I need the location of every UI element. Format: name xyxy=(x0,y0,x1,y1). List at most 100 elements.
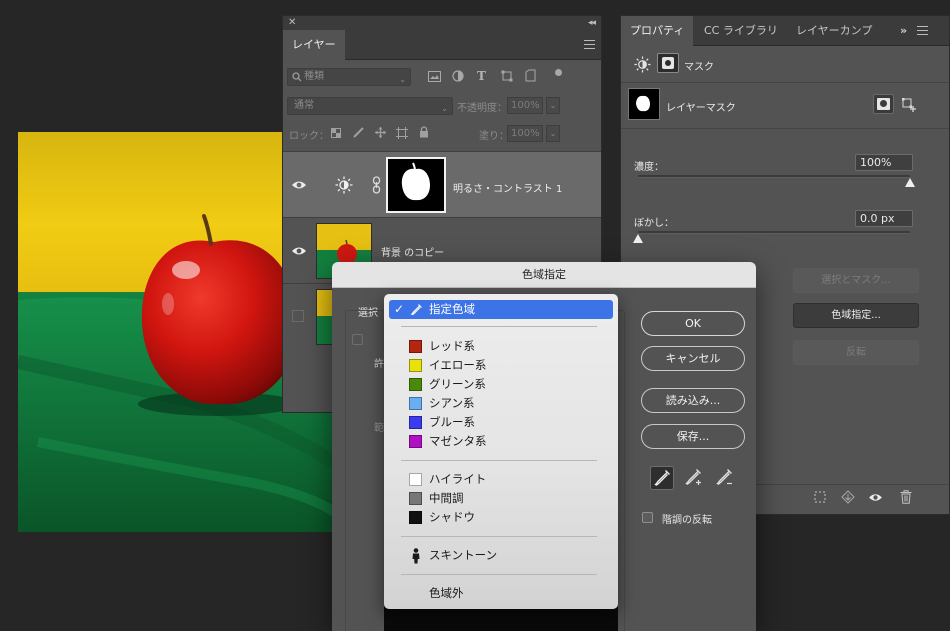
menu-separator xyxy=(401,574,597,575)
mask-thumbnail-image xyxy=(401,162,430,201)
apply-mask-icon[interactable] xyxy=(841,490,855,504)
tab-cc-libraries[interactable]: CC ライブラリ xyxy=(695,16,787,46)
layer-row[interactable]: 明るさ・コントラスト 1 xyxy=(283,151,601,217)
menu-item-label: マゼンタ系 xyxy=(429,434,487,448)
panel-menu-icon[interactable] xyxy=(917,26,928,35)
load-selection-icon[interactable] xyxy=(814,491,826,503)
eyedropper-tool[interactable] xyxy=(650,466,674,490)
invert-checkbox[interactable] xyxy=(642,512,653,523)
menu-item-reds[interactable]: レッド系 xyxy=(389,337,613,356)
lock-artboard-icon[interactable] xyxy=(396,127,408,139)
lock-pixels-icon[interactable] xyxy=(353,127,364,138)
chevron-down-icon[interactable]: ⌄ xyxy=(546,125,560,142)
add-to-sample-tool[interactable] xyxy=(682,466,706,490)
lock-transparency-icon[interactable] xyxy=(331,128,341,138)
chevron-down-icon[interactable]: ⌄ xyxy=(546,97,560,114)
menu-item-label: 中間調 xyxy=(429,491,464,505)
tab-layers[interactable]: レイヤー xyxy=(283,30,345,60)
feather-slider-thumb[interactable] xyxy=(633,234,643,243)
menu-item-greens[interactable]: グリーン系 xyxy=(389,375,613,394)
select-mask-button[interactable] xyxy=(873,94,894,114)
menu-item-sampled-colors[interactable]: ✓ 指定色域 xyxy=(389,300,613,319)
color-range-button[interactable]: 色域指定... xyxy=(793,303,919,328)
close-icon[interactable]: ✕ xyxy=(288,16,296,30)
menu-item-label: 指定色域 xyxy=(429,302,475,316)
blend-mode-select[interactable]: 通常 ⌄ xyxy=(287,97,453,115)
feather-slider-track[interactable] xyxy=(638,231,910,234)
dialog-title: 色域指定 xyxy=(332,262,756,288)
density-input[interactable]: 100% xyxy=(855,154,913,171)
eyedropper-minus-icon xyxy=(716,469,732,485)
mask-thumbnail-image xyxy=(636,95,650,112)
visibility-eye-icon[interactable] xyxy=(291,179,307,191)
mask-thumbnail[interactable] xyxy=(628,88,660,120)
menu-separator xyxy=(401,326,597,327)
adjustment-filter-icon[interactable] xyxy=(452,70,464,82)
mask-tab-icon[interactable] xyxy=(657,53,679,73)
layer-name[interactable]: 背景 のコピー xyxy=(381,244,444,259)
tab-properties[interactable]: プロパティ xyxy=(621,16,694,46)
menu-item-shadows[interactable]: シャドウ xyxy=(389,508,613,527)
menu-item-cyans[interactable]: シアン系 xyxy=(389,394,613,413)
type-filter-icon[interactable]: T xyxy=(477,69,486,83)
chevron-down-icon: ⌄ xyxy=(441,104,448,113)
save-button[interactable]: 保存... xyxy=(641,424,745,449)
visibility-eye-icon[interactable] xyxy=(291,245,307,257)
fuzziness-label: 許 xyxy=(374,359,384,370)
tab-layer-comps[interactable]: レイヤーカンプ xyxy=(787,16,881,46)
invert-button[interactable]: 反転 xyxy=(793,340,919,365)
menu-item-highlights[interactable]: ハイライト xyxy=(389,470,613,489)
layer-name[interactable]: 明るさ・コントラスト 1 xyxy=(453,180,562,195)
lock-label: ロック： xyxy=(289,131,329,142)
cancel-button[interactable]: キャンセル xyxy=(641,346,745,371)
menu-item-skin-tones[interactable]: スキントーン xyxy=(389,546,613,565)
menu-item-midtones[interactable]: 中間調 xyxy=(389,489,613,508)
filter-toggle-icon[interactable] xyxy=(555,69,562,76)
fill-input[interactable]: 100% xyxy=(507,125,543,142)
delete-mask-icon[interactable] xyxy=(900,490,912,504)
range-label: 範 xyxy=(374,423,384,434)
brightness-contrast-icon xyxy=(335,176,353,194)
menu-item-label: グリーン系 xyxy=(429,377,486,391)
layers-panel-titlebar: ✕ ◂◂ xyxy=(283,16,601,30)
visibility-toggle-off[interactable] xyxy=(292,310,304,322)
visibility-eye-icon[interactable] xyxy=(868,492,883,503)
add-vector-mask-icon[interactable] xyxy=(902,97,916,112)
layer-mask-thumbnail[interactable] xyxy=(386,157,446,213)
feather-input[interactable]: 0.0 px xyxy=(855,210,913,227)
subtract-from-sample-tool[interactable] xyxy=(713,466,737,490)
menu-item-blues[interactable]: ブルー系 xyxy=(389,413,613,432)
density-slider-thumb[interactable] xyxy=(905,178,915,187)
menu-item-out-of-gamut[interactable]: 色域外 xyxy=(389,584,613,603)
brightness-contrast-icon[interactable] xyxy=(634,56,651,73)
lock-all-icon[interactable] xyxy=(419,126,429,138)
color-swatch xyxy=(409,378,422,391)
opacity-input[interactable]: 100% xyxy=(507,97,543,114)
menu-separator xyxy=(401,536,597,537)
pixel-filter-icon[interactable] xyxy=(428,71,441,82)
color-swatch xyxy=(409,359,422,372)
mask-header-label: マスク xyxy=(684,62,714,73)
ok-button[interactable]: OK xyxy=(641,311,745,336)
select-and-mask-button[interactable]: 選択とマスク... xyxy=(793,268,919,293)
smart-object-filter-icon[interactable] xyxy=(525,69,536,82)
layer-mask-label: レイヤーマスク xyxy=(666,103,736,114)
color-swatch xyxy=(409,492,422,505)
shape-filter-icon[interactable] xyxy=(501,70,513,82)
color-swatch xyxy=(409,340,422,353)
color-swatch xyxy=(409,397,422,410)
panel-menu-icon[interactable] xyxy=(584,40,595,49)
menu-item-yellows[interactable]: イエロー系 xyxy=(389,356,613,375)
localized-clusters-checkbox[interactable] xyxy=(352,334,363,345)
lock-position-icon[interactable] xyxy=(375,127,386,138)
menu-separator xyxy=(401,460,597,461)
menu-item-label: ハイライト xyxy=(429,472,487,486)
collapse-icon[interactable]: ◂◂ xyxy=(588,16,596,30)
menu-item-magentas[interactable]: マゼンタ系 xyxy=(389,432,613,451)
density-slider-track[interactable] xyxy=(638,175,910,178)
load-button[interactable]: 読み込み... xyxy=(641,388,745,413)
more-tabs-icon[interactable]: » xyxy=(900,24,907,37)
person-icon xyxy=(412,548,420,564)
layer-filter-select[interactable]: 種類 ⌄ xyxy=(287,68,411,86)
link-chain-icon[interactable] xyxy=(372,176,381,194)
